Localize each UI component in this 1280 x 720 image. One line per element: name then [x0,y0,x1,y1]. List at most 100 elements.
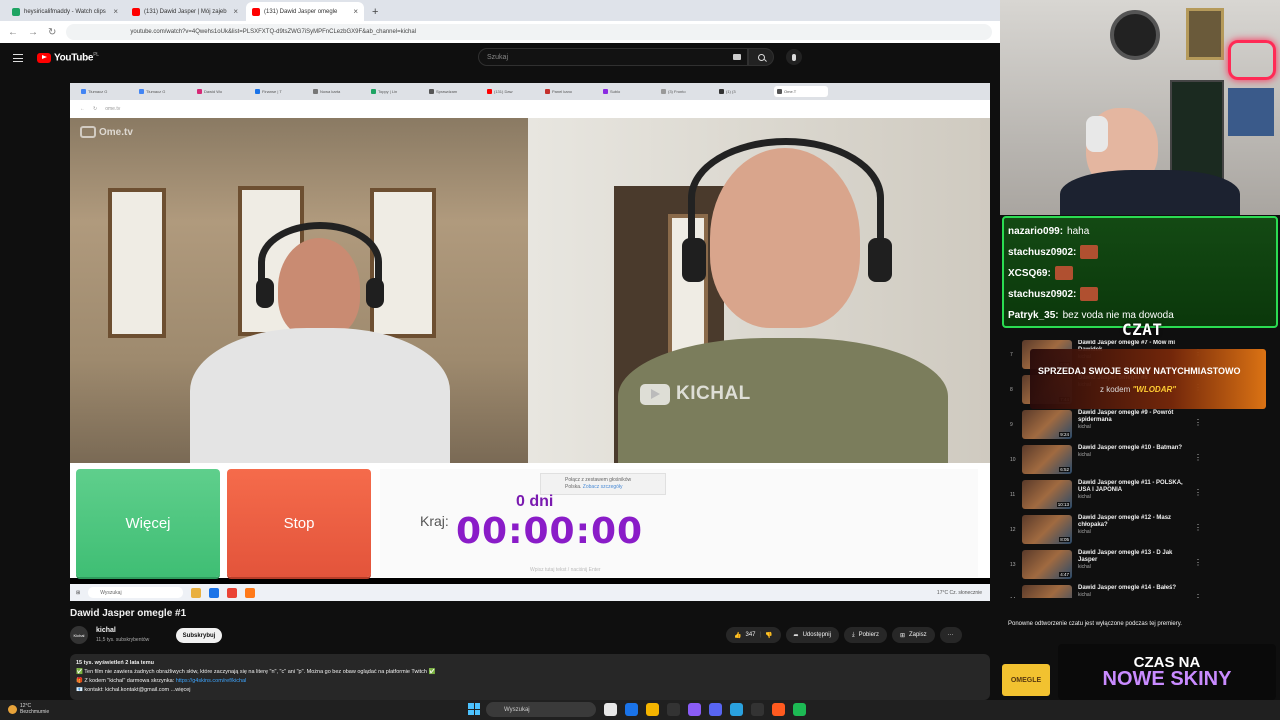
inner-tab: Sprawdzam [426,86,480,97]
playlist-title: Dawid Jasper omegle #11 - POLSKA, USA I … [1078,480,1183,493]
playlist-thumbnail[interactable] [1022,585,1072,598]
inner-tab-icon [603,89,608,94]
notice-line1: Połącz z zestawem głośników [565,477,632,483]
address-bar: ← → ↻ youtube.com/watch?v=4Qwehs1oUk&lis… [0,21,1000,43]
inner-tab: Sublo [600,86,654,97]
more-options-icon[interactable]: ⋮ [1194,488,1202,497]
duration-badge: 6:52 [1059,467,1070,472]
playlist-channel: kichal [1078,494,1091,500]
stop-button[interactable]: Stop [227,469,371,577]
close-tab-icon[interactable]: × [353,7,358,16]
download-button[interactable]: ⤓ Pobierz [843,627,887,643]
browser-tab[interactable]: (131) Dawid Jasper omegle × [246,2,364,21]
playlist-thumbnail[interactable]: 9:24 [1022,410,1072,439]
reload-icon[interactable]: ↻ [48,27,56,38]
message-input[interactable]: Wpisz tutaj tekst / naciśnij Enter [530,567,601,573]
more-options-icon[interactable]: ⋮ [1194,523,1202,532]
playlist-index: 11 [1010,492,1016,498]
voice-search-button[interactable] [786,49,802,65]
browser-tab[interactable]: (131) Dawid Jasper | Mój zajeb × [126,2,244,21]
close-tab-icon[interactable]: × [233,7,238,16]
playlist-index: 10 [1010,457,1016,463]
tab-label: (131) Dawid Jasper | Mój zajeb [144,8,227,15]
chat-controls: Więcej Stop Połącz z zestawem głośników … [70,463,990,578]
playlist-item[interactable]: 9 9:24 Dawid Jasper omegle #9 - Powrót spi… [1010,410,1202,445]
playlist-thumbnail[interactable]: 8:05 [1022,515,1072,544]
more-actions-button[interactable]: ··· [939,627,962,643]
more-button[interactable]: Więcej [76,469,220,577]
more-options-icon[interactable]: ⋮ [1194,593,1202,598]
playlist-item[interactable]: 14 Dawid Jasper omegle #14 - Bałeś?kichal… [1010,585,1202,598]
forward-icon[interactable]: → [28,27,38,38]
taskbar-app-icon[interactable] [604,703,617,716]
taskbar-app-icon[interactable] [625,703,638,716]
inner-taskbar: ⊞ Wyszukaj 17°C Cz. słonecznie [70,584,990,601]
playlist-item[interactable]: 11 10:13 Dawid Jasper omegle #11 - POLSKA,… [1010,480,1202,515]
search-button[interactable] [748,48,774,66]
description-link[interactable]: https://g4skins.com/ref/kichal [176,678,247,684]
inner-tab-label: Ome.T [784,89,797,94]
video-description[interactable]: 15 tys. wyświetleń 2 lata temu ✅ Ten fil… [70,654,990,700]
menu-icon[interactable] [13,54,23,62]
taskbar-app-icon[interactable] [772,703,785,716]
share-label: Udostępnij [802,632,831,638]
inner-tab-icon [313,89,318,94]
inner-back-icon: ← [80,106,85,112]
playlist-item[interactable]: 13 4:47 Dawid Jasper omegle #13 - D Jak Ja… [1010,550,1202,585]
search-placeholder: Szukaj [487,53,509,61]
search-input[interactable]: Szukaj [478,48,748,66]
playlist-index: 8 [1010,387,1013,393]
like-icon: 👍 [734,632,742,639]
neon-sign [1228,40,1276,80]
taskbar-app-icon[interactable] [646,703,659,716]
taskbar-app-icon[interactable] [709,703,722,716]
youtube-watermark-icon [640,383,670,405]
taskbar-app-icon[interactable] [688,703,701,716]
omegle-logo: OMEGLE [1002,664,1050,696]
playlist-item[interactable]: 12 8:05 Dawid Jasper omegle #12 - Masz chł… [1010,515,1202,550]
browser-tab[interactable]: heysiricalifmaddy - Watch clips × [6,2,124,21]
taskbar-app-icon[interactable] [730,703,743,716]
windows-start-icon[interactable] [468,703,480,715]
save-button[interactable]: ⊞ Zapisz [891,627,935,643]
inner-tab-icon [139,89,144,94]
taskbar-app-icon[interactable] [667,703,680,716]
search-icon [757,53,765,61]
back-icon[interactable]: ← [8,27,18,38]
inner-app-icon [227,587,238,598]
weather-widget[interactable]: 12°C Bezchmurnie [8,703,49,715]
share-button[interactable]: ➦ Udostępnij [785,627,839,643]
playlist-thumbnail[interactable]: 4:47 [1022,550,1072,579]
streamer-earcup-right [868,238,892,282]
playlist-thumbnail[interactable]: 10:13 [1022,480,1072,509]
notice-link[interactable]: Zobacz szczegóły [583,484,623,490]
more-options-icon[interactable]: ⋮ [1194,418,1202,427]
taskbar-app-icon[interactable] [793,703,806,716]
like-button[interactable]: 👍 347 | 👎 [726,627,781,643]
youtube-logo[interactable]: YouTubePL [37,52,99,64]
playlist-title: Dawid Jasper omegle #13 - D Jak Jasper [1078,550,1173,563]
playlist-channel: kichal [1078,424,1091,430]
stranger-hoodie [190,328,450,463]
wall-record [1110,10,1160,60]
subscribe-button[interactable]: Subskrybuj [176,628,222,643]
playlist-item[interactable]: 10 6:52 Dawid Jasper omegle #10 - Batman? k… [1010,445,1202,480]
playlist-index: 13 [1010,562,1016,568]
weather-desc: Bezchmurnie [20,709,50,715]
video-player[interactable]: Tłumacz G Tłumacz G Dawid Wo Finanse | T Now… [70,83,990,601]
close-tab-icon[interactable]: × [113,7,118,16]
more-options-icon[interactable]: ⋮ [1194,558,1202,567]
channel-name[interactable]: kichal [96,627,116,634]
dislike-icon[interactable]: 👎 [765,632,772,639]
browser-tab-bar: heysiricalifmaddy - Watch clips × (131) Da… [0,0,1000,21]
url-field[interactable]: youtube.com/watch?v=4Qwehs1oUk&list=PLSX… [66,24,992,40]
playlist-thumbnail[interactable]: 6:52 [1022,445,1072,474]
taskbar-app-icon[interactable] [751,703,764,716]
new-tab-button[interactable]: + [366,6,384,21]
taskbar-search[interactable]: Wyszukaj [486,702,596,717]
channel-avatar[interactable]: Kichal [70,626,88,644]
chat-area[interactable]: Połącz z zestawem głośników Polska. Zoba… [380,469,978,577]
more-options-icon[interactable]: ⋮ [1194,453,1202,462]
keyboard-icon[interactable] [733,54,741,60]
playlist-index: 9 [1010,422,1013,428]
